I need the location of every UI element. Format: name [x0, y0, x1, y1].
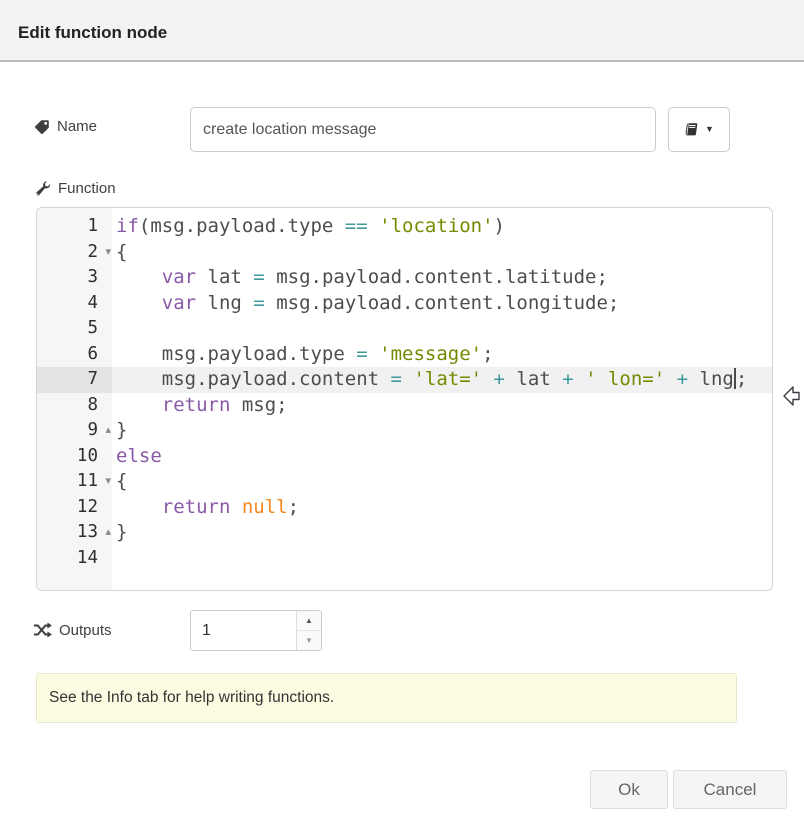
shuffle-icon — [33, 621, 52, 639]
library-button[interactable]: ▼ — [668, 107, 730, 152]
gutter-line-number[interactable]: 13▴ — [37, 520, 112, 546]
gutter-line-number[interactable]: 7 — [37, 367, 112, 393]
outputs-label: Outputs — [33, 621, 112, 639]
outputs-spinner: ▲ ▼ — [190, 610, 322, 651]
dialog-title: Edit function node — [18, 23, 167, 43]
code-line[interactable]: { — [112, 240, 772, 266]
gutter-line-number[interactable]: 2▾ — [37, 240, 112, 266]
info-tip: See the Info tab for help writing functi… — [36, 673, 737, 723]
outputs-label-text: Outputs — [59, 622, 112, 639]
spinner-up-icon: ▲ — [305, 616, 313, 625]
gutter-line-number[interactable]: 8 — [37, 393, 112, 419]
mouse-cursor — [782, 385, 802, 409]
cancel-button[interactable]: Cancel — [673, 770, 787, 809]
spinner-down-icon: ▼ — [305, 636, 313, 645]
function-label: Function — [34, 180, 116, 197]
gutter-line-number[interactable]: 10 — [37, 444, 112, 470]
code-line[interactable]: if(msg.payload.type == 'location') — [112, 214, 772, 240]
editor-code[interactable]: if(msg.payload.type == 'location'){ var … — [112, 208, 772, 590]
spinner-buttons: ▲ ▼ — [296, 611, 321, 650]
spinner-up-button[interactable]: ▲ — [297, 611, 321, 631]
code-line[interactable]: var lng = msg.payload.content.longitude; — [112, 291, 772, 317]
gutter-line-number[interactable]: 11▾ — [37, 469, 112, 495]
fold-toggle-icon[interactable]: ▴ — [98, 418, 111, 444]
tag-icon — [34, 119, 50, 135]
info-tip-text: See the Info tab for help writing functi… — [49, 689, 334, 707]
wrench-icon — [34, 180, 51, 197]
gutter-line-number[interactable]: 5 — [37, 316, 112, 342]
gutter-line-number[interactable]: 14 — [37, 546, 112, 572]
code-line[interactable]: } — [112, 520, 772, 546]
code-line[interactable]: } — [112, 418, 772, 444]
spinner-down-button[interactable]: ▼ — [297, 631, 321, 650]
gutter-line-number[interactable]: 4 — [37, 291, 112, 317]
code-line[interactable] — [112, 546, 772, 572]
gutter-line-number[interactable]: 9▴ — [37, 418, 112, 444]
code-line[interactable]: msg.payload.type = 'message'; — [112, 342, 772, 368]
edit-function-dialog: Edit function node Name ▼ Function 12▾34… — [0, 0, 804, 828]
code-line[interactable]: return null; — [112, 495, 772, 521]
dialog-header: Edit function node — [0, 0, 804, 62]
function-editor[interactable]: 12▾3456789▴1011▾1213▴14 if(msg.payload.t… — [36, 207, 773, 591]
code-line[interactable]: msg.payload.content = 'lat=' + lat + ' l… — [112, 367, 772, 393]
fold-toggle-icon[interactable]: ▾ — [98, 240, 111, 266]
fold-toggle-icon[interactable]: ▴ — [98, 520, 111, 546]
code-line[interactable]: else — [112, 444, 772, 470]
fold-toggle-icon[interactable]: ▾ — [98, 469, 111, 495]
editor-gutter: 12▾3456789▴1011▾1213▴14 — [37, 208, 112, 590]
outputs-input[interactable] — [191, 611, 296, 650]
gutter-line-number[interactable]: 3 — [37, 265, 112, 291]
caret-down-icon: ▼ — [705, 125, 714, 134]
name-input[interactable] — [190, 107, 656, 152]
gutter-line-number[interactable]: 6 — [37, 342, 112, 368]
code-line[interactable]: { — [112, 469, 772, 495]
name-label-text: Name — [57, 118, 97, 135]
ok-button[interactable]: Ok — [590, 770, 668, 809]
book-icon — [683, 121, 701, 139]
name-label: Name — [34, 118, 97, 135]
gutter-line-number[interactable]: 1 — [37, 214, 112, 240]
code-line[interactable]: var lat = msg.payload.content.latitude; — [112, 265, 772, 291]
function-label-text: Function — [58, 180, 116, 197]
gutter-line-number[interactable]: 12 — [37, 495, 112, 521]
code-line[interactable] — [112, 316, 772, 342]
code-line[interactable]: return msg; — [112, 393, 772, 419]
